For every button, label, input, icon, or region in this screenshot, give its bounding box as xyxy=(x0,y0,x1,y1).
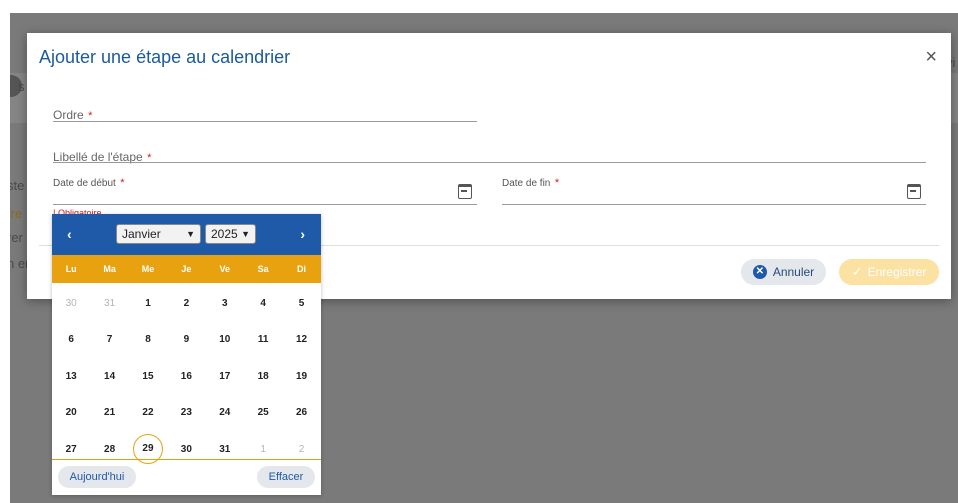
calendar-day[interactable]: 19 xyxy=(282,358,320,395)
year-select[interactable]: 2025 ▼ xyxy=(205,224,256,244)
calendar-day[interactable]: 6 xyxy=(52,322,90,359)
datepicker-divider xyxy=(52,459,321,460)
background-text: rer xyxy=(10,230,23,245)
weekday-label: Ve xyxy=(219,264,231,274)
calendar-week: 13 14 15 16 17 18 19 xyxy=(52,358,321,395)
previous-month-button[interactable]: ‹ xyxy=(67,226,72,242)
weekday-label: Sa xyxy=(257,264,269,274)
calendar-day[interactable]: 14 xyxy=(90,358,128,395)
end-date-input-line[interactable] xyxy=(502,204,926,205)
weekday-label: Ma xyxy=(103,264,116,274)
weekday-label: Je xyxy=(181,264,192,274)
calendar-day[interactable]: 7 xyxy=(90,322,128,359)
weekday-header: Lu Ma Me Je Ve Sa Di xyxy=(52,255,321,283)
calendar-day[interactable]: 13 xyxy=(52,358,90,395)
calendar-day[interactable]: 21 xyxy=(90,395,128,432)
calendar-day[interactable]: 4 xyxy=(244,285,282,322)
calendar-week: 27 28 29 30 31 1 2 xyxy=(52,431,321,468)
calendar-day[interactable]: 12 xyxy=(282,322,320,359)
calendar-day[interactable]: 10 xyxy=(206,322,244,359)
calendar-week: 6 7 8 9 10 11 12 xyxy=(52,322,321,359)
next-month-button[interactable]: › xyxy=(300,226,305,242)
year-select-value: 2025 xyxy=(211,227,238,241)
save-button[interactable]: ✓ Enregistrer xyxy=(839,259,939,285)
today-button[interactable]: Aujourd'hui xyxy=(58,466,136,488)
calendar-day-today[interactable]: 29 xyxy=(129,431,167,468)
libelle-input-line[interactable] xyxy=(53,162,926,163)
datepicker-header: ‹ Janvier ▼ 2025 ▼ › xyxy=(52,214,321,255)
calendar-day[interactable]: 5 xyxy=(282,285,320,322)
month-select-value: Janvier xyxy=(122,227,161,241)
start-date-field[interactable]: Date de début * xyxy=(53,173,125,191)
calendar-day[interactable]: 1 xyxy=(129,285,167,322)
calendar-day[interactable]: 26 xyxy=(282,395,320,432)
check-icon: ✓ xyxy=(851,264,863,279)
cancel-button[interactable]: ✕ Annuler xyxy=(741,259,826,285)
calendar-day[interactable]: 25 xyxy=(244,395,282,432)
calendar-day[interactable]: 18 xyxy=(244,358,282,395)
calendar-grid: 30 31 1 2 3 4 5 6 7 8 9 10 11 12 13 14 1… xyxy=(52,285,321,468)
calendar-day[interactable]: 31 xyxy=(90,285,128,322)
calendar-day[interactable]: 8 xyxy=(129,322,167,359)
calendar-day[interactable]: 3 xyxy=(206,285,244,322)
calendar-day[interactable]: 17 xyxy=(206,358,244,395)
calendar-day[interactable]: 9 xyxy=(167,322,205,359)
calendar-day[interactable]: 2 xyxy=(167,285,205,322)
calendar-day[interactable]: 31 xyxy=(206,431,244,468)
weekday-label: Di xyxy=(297,264,307,274)
save-label: Enregistrer xyxy=(867,265,927,279)
ordre-label: Ordre xyxy=(53,108,84,122)
datepicker-popup: ‹ Janvier ▼ 2025 ▼ › Lu Ma Me Je Ve Sa D… xyxy=(52,214,321,495)
end-date-label: Date de fin xyxy=(502,178,551,189)
cancel-label: Annuler xyxy=(772,265,815,279)
calendar-day[interactable]: 28 xyxy=(90,431,128,468)
calendar-day[interactable]: 11 xyxy=(244,322,282,359)
chevron-down-icon: ▼ xyxy=(241,229,250,239)
background-text: s xyxy=(18,79,25,94)
required-mark: * xyxy=(120,177,125,189)
chevron-down-icon: ▼ xyxy=(186,229,195,239)
calendar-day[interactable]: 20 xyxy=(52,395,90,432)
background-text: ste xyxy=(10,178,25,193)
start-date-label: Date de début xyxy=(53,178,116,189)
libelle-field[interactable]: Libellé de l'étape * xyxy=(53,148,151,166)
cancel-icon: ✕ xyxy=(752,265,767,279)
background-text: fre xyxy=(10,206,23,221)
calendar-day[interactable]: 24 xyxy=(206,395,244,432)
required-mark: * xyxy=(554,177,560,189)
weekday-label: Me xyxy=(141,264,155,274)
calendar-day[interactable]: 27 xyxy=(52,431,90,468)
end-date-calendar-icon[interactable] xyxy=(907,184,921,199)
calendar-day[interactable]: 23 xyxy=(167,395,205,432)
calendar-day[interactable]: 30 xyxy=(167,431,205,468)
start-date-input-line[interactable] xyxy=(53,204,477,205)
calendar-day[interactable]: 16 xyxy=(167,358,205,395)
calendar-day[interactable]: 30 xyxy=(52,285,90,322)
calendar-week: 30 31 1 2 3 4 5 xyxy=(52,285,321,322)
clear-button[interactable]: Effacer xyxy=(257,466,315,488)
calendar-day[interactable]: 1 xyxy=(244,431,282,468)
close-icon[interactable]: × xyxy=(925,47,937,67)
calendar-day[interactable]: 22 xyxy=(129,395,167,432)
start-date-calendar-icon[interactable] xyxy=(458,184,472,199)
dialog-title: Ajouter une étape au calendrier xyxy=(39,47,291,67)
ordre-input-line[interactable] xyxy=(53,121,477,122)
calendar-day[interactable]: 2 xyxy=(282,431,320,468)
calendar-week: 20 21 22 23 24 25 26 xyxy=(52,395,321,432)
month-select[interactable]: Janvier ▼ xyxy=(116,224,201,244)
weekday-label: Lu xyxy=(65,264,77,274)
end-date-field[interactable]: Date de fin * xyxy=(502,173,559,191)
calendar-day[interactable]: 15 xyxy=(129,358,167,395)
